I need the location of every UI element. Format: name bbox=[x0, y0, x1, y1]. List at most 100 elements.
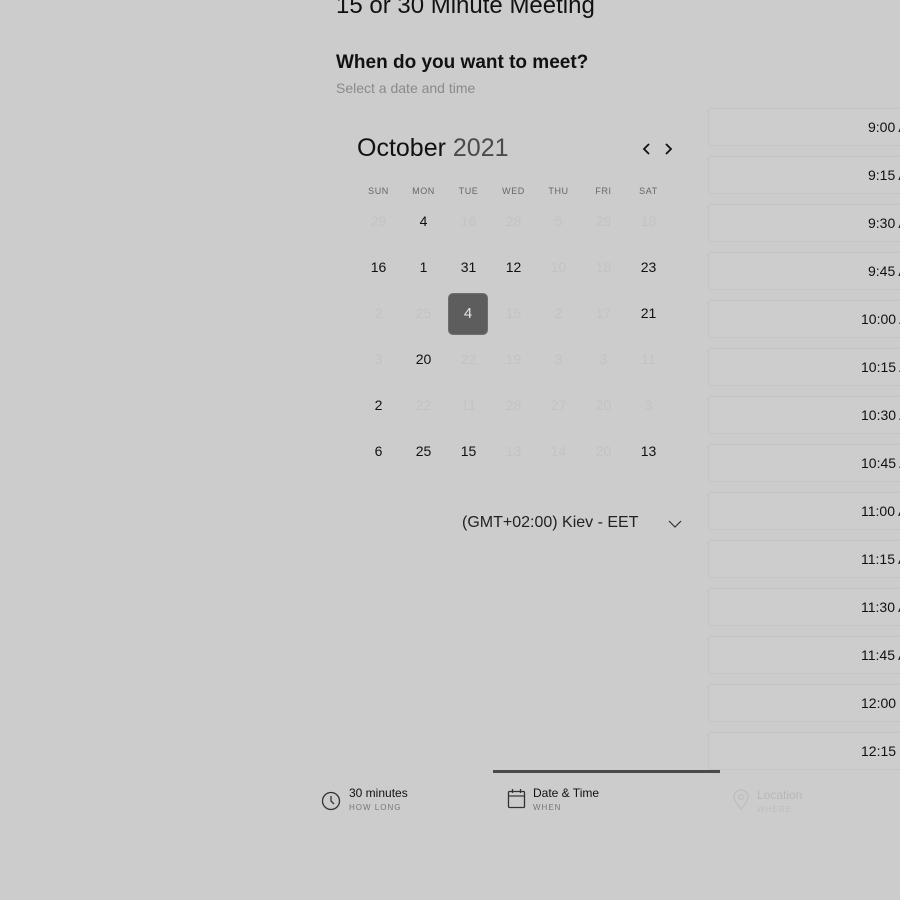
active-step-indicator bbox=[493, 770, 720, 773]
time-slot-label: 11:30 A bbox=[861, 599, 900, 615]
calendar-day[interactable]: 13 bbox=[626, 428, 671, 474]
calendar-day: 28 bbox=[505, 213, 522, 229]
calendar-day: 11 bbox=[641, 351, 656, 367]
time-slot-label: 9:45 A bbox=[868, 263, 900, 279]
calendar-day: 18 bbox=[595, 259, 612, 275]
month-year-label: October 2021 bbox=[357, 134, 509, 163]
weekday-fri: FRI bbox=[595, 186, 612, 196]
calendar-day: 3 bbox=[374, 351, 383, 367]
time-slot-label: 10:00 A bbox=[861, 311, 900, 327]
calendar-day: 2 bbox=[554, 305, 563, 321]
calendar-day[interactable]: 23 bbox=[626, 244, 671, 290]
calendar-day-selected[interactable]: 4 bbox=[446, 290, 491, 336]
time-slot-label: 9:15 A bbox=[868, 167, 900, 183]
time-slot-label: 10:15 A bbox=[861, 359, 900, 375]
calendar-day[interactable]: 12 bbox=[491, 244, 536, 290]
calendar-day: 15 bbox=[505, 305, 522, 321]
calendar-day[interactable]: 15 bbox=[446, 428, 491, 474]
section-subheading: Select a date and time bbox=[336, 80, 476, 96]
calendar-day[interactable]: 16 bbox=[356, 244, 401, 290]
time-slot-label: 11:00 A bbox=[861, 503, 900, 519]
calendar-day: 17 bbox=[595, 305, 612, 321]
calendar-icon bbox=[507, 789, 526, 809]
year-label: 2021 bbox=[452, 134, 509, 162]
step-date-time-label: Date & Time bbox=[533, 786, 600, 800]
timezone-select[interactable]: (GMT+02:00) Kiev - EET bbox=[462, 508, 692, 540]
calendar-day: 28 bbox=[505, 397, 522, 413]
section-heading: When do you want to meet? bbox=[336, 52, 589, 73]
calendar-day: 29 bbox=[595, 213, 612, 229]
calendar-day: 22 bbox=[460, 351, 477, 367]
calendar-day: 14 bbox=[550, 443, 567, 459]
chevron-left-icon bbox=[642, 143, 650, 155]
step-date-time-sub: WHEN bbox=[533, 803, 562, 812]
calendar-day: 3 bbox=[554, 351, 563, 367]
weekday-header: SUN MON TUE WED THU FRI SAT bbox=[356, 186, 672, 198]
time-slot-label: 12:15 P bbox=[861, 743, 900, 759]
calendar-day: 5 bbox=[554, 213, 563, 229]
time-slot-label: 11:15 A bbox=[861, 551, 900, 567]
prev-month-button[interactable] bbox=[637, 138, 657, 160]
time-slot-button[interactable]: 11:30 A bbox=[708, 588, 900, 626]
calendar-day[interactable]: 2 bbox=[356, 382, 401, 428]
calendar-day: 10 bbox=[550, 259, 567, 275]
step-location-label: Location bbox=[757, 788, 803, 802]
time-slot-button[interactable]: 9:00 A bbox=[708, 108, 900, 146]
time-slot-button[interactable]: 10:45 A bbox=[708, 444, 900, 482]
step-location-sub: WHERE bbox=[757, 805, 792, 814]
time-slot-button[interactable]: 10:00 A bbox=[708, 300, 900, 338]
step-duration-sub: HOW LONG bbox=[349, 803, 402, 812]
calendar-day: 20 bbox=[595, 443, 612, 459]
chevron-down-icon bbox=[668, 520, 682, 528]
calendar-day: 16 bbox=[460, 213, 477, 229]
calendar-day: 22 bbox=[415, 397, 432, 413]
calendar-day: 25 bbox=[415, 305, 432, 321]
booking-page: 15 or 30 Minute Meeting When do you want… bbox=[0, 0, 900, 900]
calendar-day: 11 bbox=[461, 397, 476, 413]
time-slot-label: 10:45 A bbox=[861, 455, 900, 471]
time-slot-button[interactable]: 9:15 A bbox=[708, 156, 900, 194]
weekday-mon: MON bbox=[412, 186, 435, 196]
weekday-sun: SUN bbox=[368, 186, 389, 196]
selected-day-number: 4 bbox=[449, 294, 487, 334]
location-pin-icon bbox=[733, 789, 749, 810]
calendar-day[interactable]: 25 bbox=[401, 428, 446, 474]
calendar-day[interactable]: 20 bbox=[401, 336, 446, 382]
clock-icon bbox=[321, 791, 341, 811]
calendar-day: 18 bbox=[640, 213, 657, 229]
weekday-wed: WED bbox=[502, 186, 525, 196]
time-slot-button[interactable]: 12:15 P bbox=[708, 732, 900, 770]
month-name: October bbox=[357, 134, 446, 162]
time-slot-button[interactable]: 11:45 A bbox=[708, 636, 900, 674]
time-slot-button[interactable]: 12:00 P bbox=[708, 684, 900, 722]
calendar-day: 19 bbox=[505, 351, 522, 367]
weekday-thu: THU bbox=[548, 186, 569, 196]
calendar-grid: 29 4 16 28 5 29 18 16 1 31 12 10 18 23 2 25 4 15 2 17 21 3 20 2… bbox=[356, 198, 672, 474]
timezone-label: (GMT+02:00) Kiev - EET bbox=[462, 514, 639, 531]
time-slot-button[interactable]: 11:00 A bbox=[708, 492, 900, 530]
calendar-day[interactable]: 1 bbox=[401, 244, 446, 290]
time-slot-button[interactable]: 9:30 A bbox=[708, 204, 900, 242]
weekday-sat: SAT bbox=[639, 186, 658, 196]
calendar-day[interactable]: 4 bbox=[401, 198, 446, 244]
time-slot-label: 12:00 P bbox=[861, 695, 900, 711]
calendar-day: 13 bbox=[505, 443, 522, 459]
time-slot-button[interactable]: 9:45 A bbox=[708, 252, 900, 290]
time-slot-button[interactable]: 10:15 A bbox=[708, 348, 900, 386]
calendar-day: 3 bbox=[599, 351, 608, 367]
page-title: 15 or 30 Minute Meeting bbox=[336, 0, 595, 19]
step-duration-label: 30 minutes bbox=[349, 786, 408, 800]
calendar-day: 3 bbox=[644, 397, 653, 413]
calendar-day[interactable]: 31 bbox=[446, 244, 491, 290]
time-slot-button[interactable]: 10:30 A bbox=[708, 396, 900, 434]
next-month-button[interactable] bbox=[658, 138, 678, 160]
weekday-tue: TUE bbox=[458, 186, 479, 196]
calendar-day[interactable]: 6 bbox=[356, 428, 401, 474]
time-slot-label: 10:30 A bbox=[861, 407, 900, 423]
time-slot-label: 11:45 A bbox=[861, 647, 900, 663]
calendar-day: 20 bbox=[595, 397, 612, 413]
time-slot-button[interactable]: 11:15 A bbox=[708, 540, 900, 578]
calendar-day: 27 bbox=[550, 397, 567, 413]
calendar-day: 2 bbox=[374, 305, 383, 321]
calendar-day[interactable]: 21 bbox=[626, 290, 671, 336]
